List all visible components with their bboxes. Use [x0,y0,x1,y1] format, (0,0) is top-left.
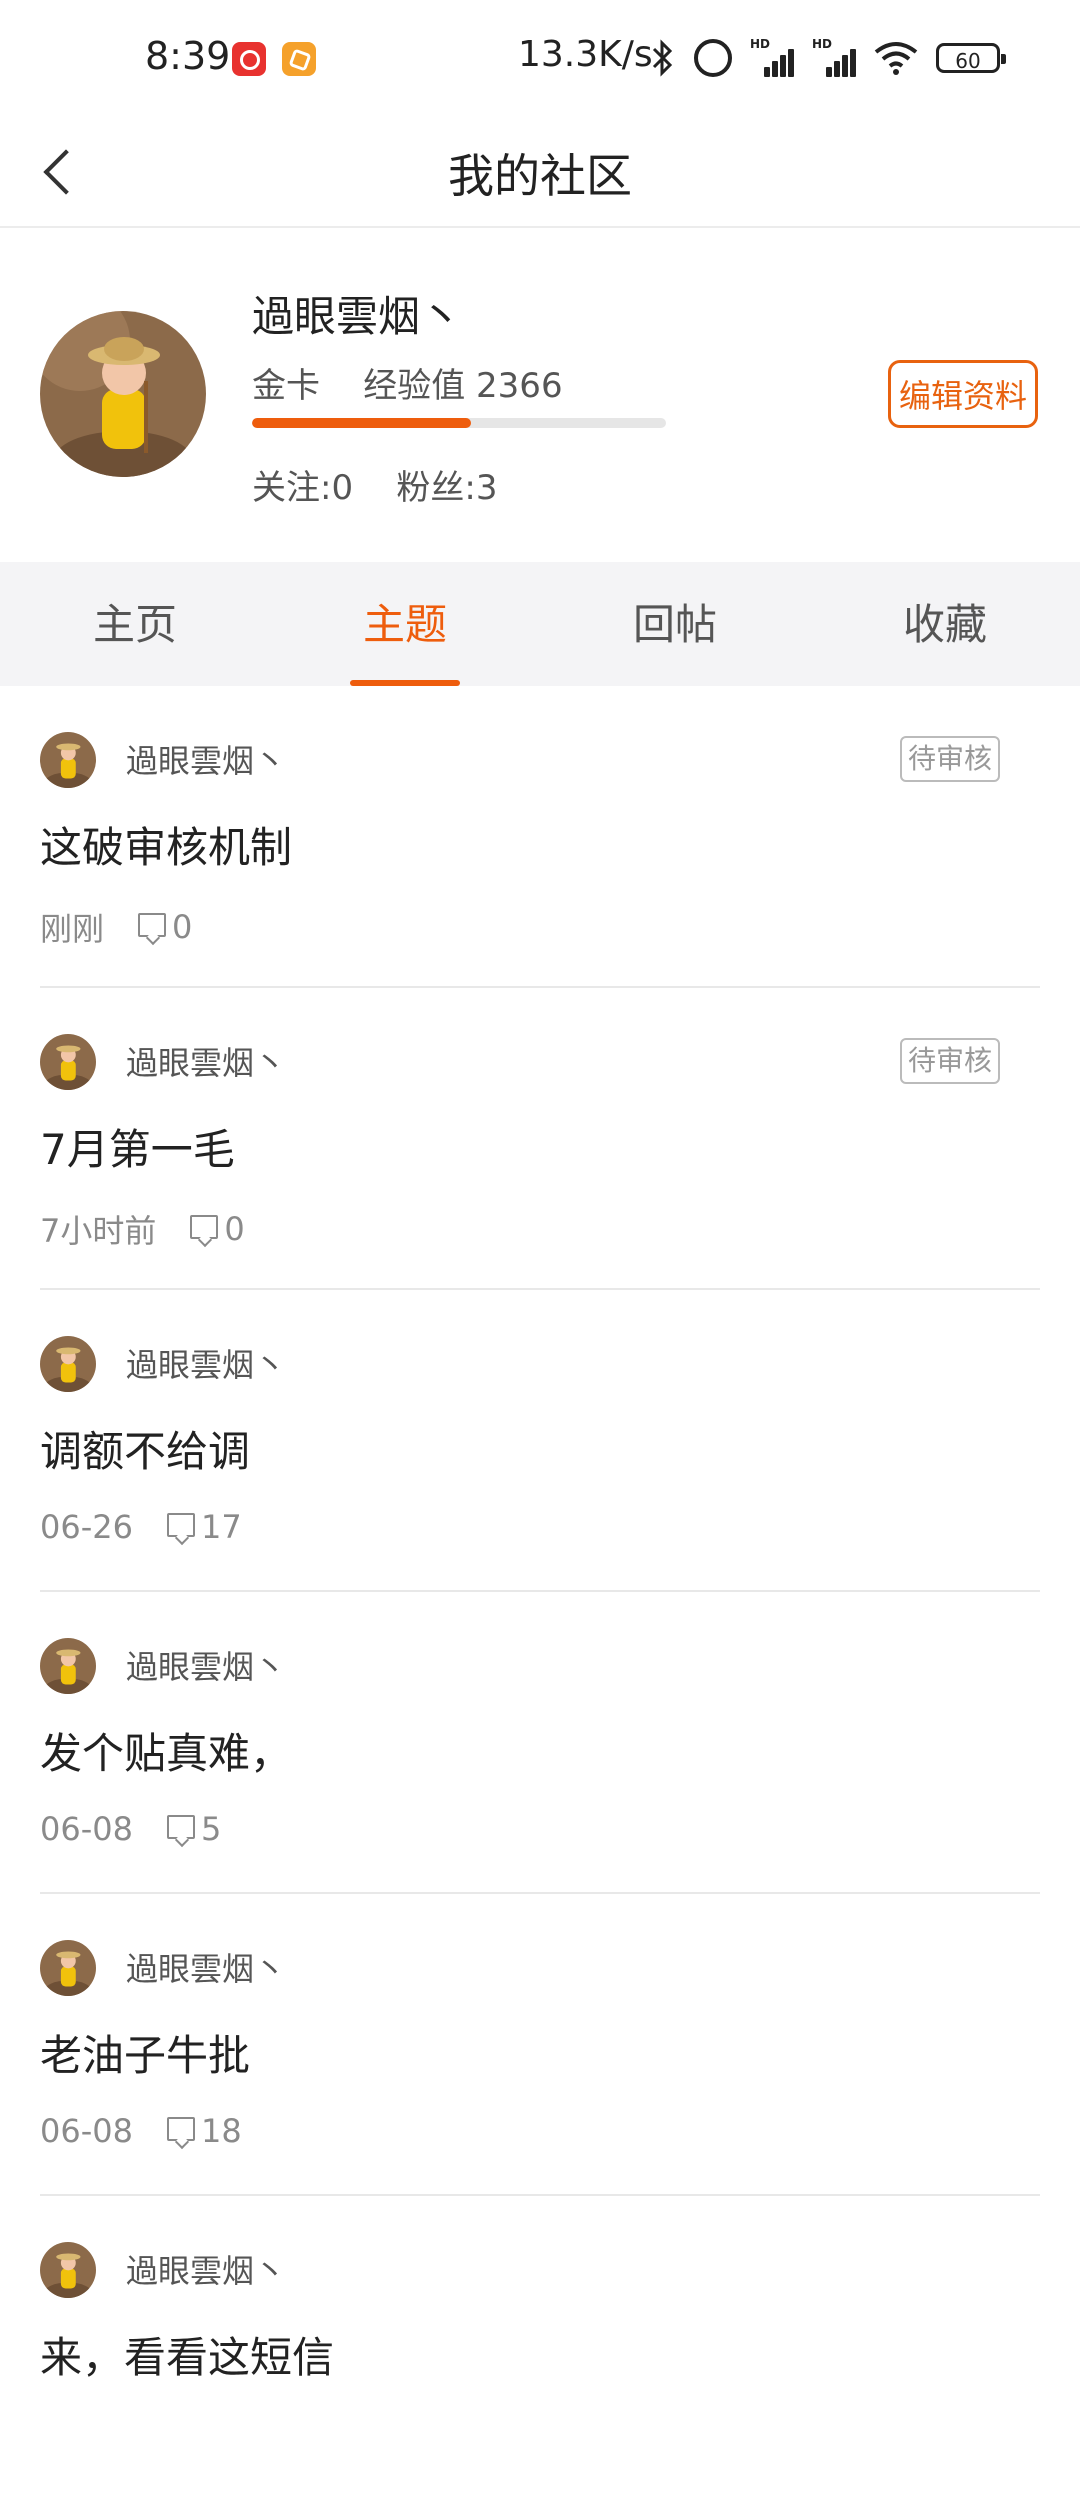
list-item[interactable]: 過眼雲烟丶老油子牛批 06-08 18 [40,1894,1040,2196]
post-meta: 刚刚 0 [40,904,192,950]
post-meta: 06-08 18 [40,2112,242,2150]
followers-label[interactable]: 粉丝: [396,468,475,508]
post-author[interactable]: 過眼雲烟丶 [126,1944,286,1990]
page-title: 我的社区 [448,149,632,203]
list-item[interactable]: 過眼雲烟丶 待审核这破审核机制刚刚 0 [40,686,1040,988]
avatar[interactable] [40,311,206,477]
comment-count: 18 [200,2112,242,2150]
exp-label: 经验值 [363,366,466,406]
list-item[interactable]: 過眼雲烟丶 待审核 7月第一毛 7小时前 0 [40,988,1040,1290]
post-time: 7小时前 [40,1212,157,1250]
list-item[interactable]: 過眼雲烟丶调额不给调 06-26 17 [40,1290,1040,1592]
card-level: 金卡 [252,366,320,406]
post-meta: 7小时前 0 [40,1206,245,1252]
post-time: 06-26 [40,1508,133,1546]
following-label[interactable]: 关注: [252,468,331,508]
header: 我的社区 [0,118,1080,228]
avatar[interactable] [40,1336,96,1392]
post-author[interactable]: 過眼雲烟丶 [126,2246,286,2292]
post-title[interactable]: 调额不给调 [40,1418,250,1479]
comment-count: 5 [200,1810,222,1848]
tab-home[interactable]: 主页 [0,562,270,686]
comment-count: 0 [224,1210,245,1248]
profile-card: 過眼雲烟丶 金卡 经验值 2366 关注:0 粉丝:3 编辑资料 [0,228,1080,560]
status-bar: 8:39 13.3K/s HD HD 60 [0,0,1080,118]
post-title[interactable]: 来，看看这短信 [40,2324,334,2385]
post-title[interactable]: 发个贴真难， [40,1720,292,1781]
signal-icon: HD [750,37,794,77]
avatar-image [40,311,206,477]
post-author[interactable]: 過眼雲烟丶 [126,1642,286,1688]
list-item[interactable]: 過眼雲烟丶来，看看这短信 [40,2196,1040,2496]
tab-topics[interactable]: 主题 [270,562,540,686]
post-author[interactable]: 過眼雲烟丶 [126,1038,286,1084]
followers-count[interactable]: 3 [476,468,498,508]
exp-value: 2366 [476,366,563,406]
tab-replies[interactable]: 回帖 [540,562,810,686]
comment-icon [166,1513,195,1537]
post-time: 06-08 [40,1810,133,1848]
alarm-icon [694,39,732,77]
avatar[interactable] [40,732,96,788]
avatar[interactable] [40,1034,96,1090]
avatar[interactable] [40,2242,96,2298]
comment-icon [138,913,167,937]
exp-progress-bar [252,418,666,428]
edit-profile-button[interactable]: 编辑资料 [888,360,1038,428]
level-info: 金卡 经验值 2366 [252,358,563,407]
status-icons: HD HD 60 [650,36,1006,80]
post-time: 刚刚 [40,910,105,948]
post-title[interactable]: 7月第一毛 [40,1116,235,1177]
status-badge: 待审核 [899,736,1000,782]
list-item[interactable]: 過眼雲烟丶发个贴真难， 06-08 5 [40,1592,1040,1894]
comment-count: 17 [200,1508,242,1546]
follow-stats: 关注:0 粉丝:3 [252,460,497,509]
post-title[interactable]: 老油子牛批 [40,2022,250,2083]
signal-icon: HD [812,37,856,77]
avatar[interactable] [40,1638,96,1694]
post-meta: 06-26 17 [40,1508,242,1546]
post-time: 06-08 [40,2112,133,2150]
username: 過眼雲烟丶 [252,292,463,341]
bluetooth-icon [652,39,673,77]
post-author[interactable]: 過眼雲烟丶 [126,736,286,782]
post-list: 過眼雲烟丶 待审核 这破审核机制 刚刚 0 過眼雲烟丶 待审核 7月第一毛 7小时前 0 過眼雲烟丶… [0,686,1080,2496]
notes-app-icon [282,42,316,76]
comment-count: 0 [172,908,193,946]
status-badge: 待审核 [899,1038,1000,1084]
post-author[interactable]: 過眼雲烟丶 [126,1340,286,1386]
comment-icon [190,1215,219,1239]
comment-icon [166,1815,195,1839]
wifi-icon [874,42,918,75]
battery-icon: 60 [936,43,1006,73]
comment-icon [166,2117,195,2141]
status-time: 8:39 [145,34,231,78]
tab-favorites[interactable]: 收藏 [810,562,1080,686]
post-title[interactable]: 这破审核机制 [40,814,292,875]
following-count[interactable]: 0 [331,468,353,508]
network-speed: 13.3K/s [518,34,653,75]
post-meta: 06-08 5 [40,1810,221,1848]
music-app-icon [232,42,266,76]
exp-progress-fill [252,418,472,428]
tab-bar: 主页 主题 回帖 收藏 [0,562,1080,686]
avatar[interactable] [40,1940,96,1996]
